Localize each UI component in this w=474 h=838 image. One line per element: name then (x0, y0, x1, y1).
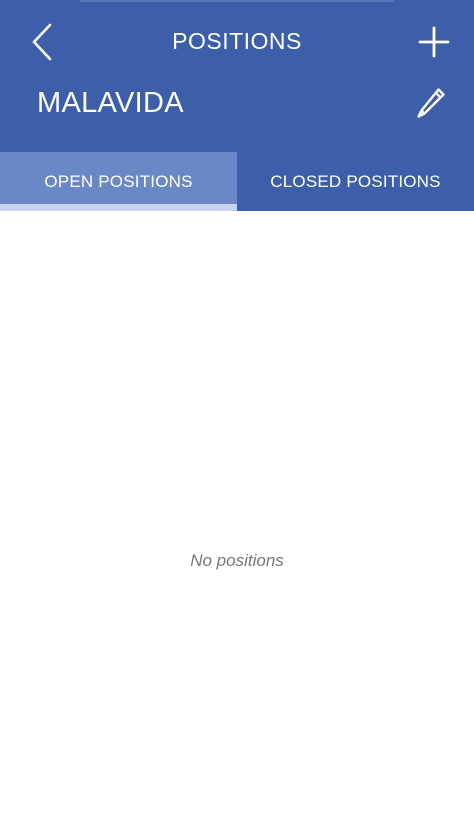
empty-state-message: No positions (190, 551, 284, 570)
edit-portfolio-button[interactable] (410, 82, 452, 124)
active-tab-indicator (0, 204, 237, 211)
pencil-icon (417, 88, 445, 118)
portfolio-name: MALAVIDA (37, 87, 184, 119)
app-header: POSITIONS MALAVIDA OPEN POSITIONS CLOSED… (0, 0, 474, 211)
plus-icon (418, 26, 450, 58)
page-title: POSITIONS (172, 28, 302, 54)
top-strip (80, 0, 394, 2)
tab-open-positions[interactable]: OPEN POSITIONS (0, 152, 237, 211)
add-position-button[interactable] (412, 22, 456, 62)
tab-closed-positions[interactable]: CLOSED POSITIONS (237, 152, 474, 211)
